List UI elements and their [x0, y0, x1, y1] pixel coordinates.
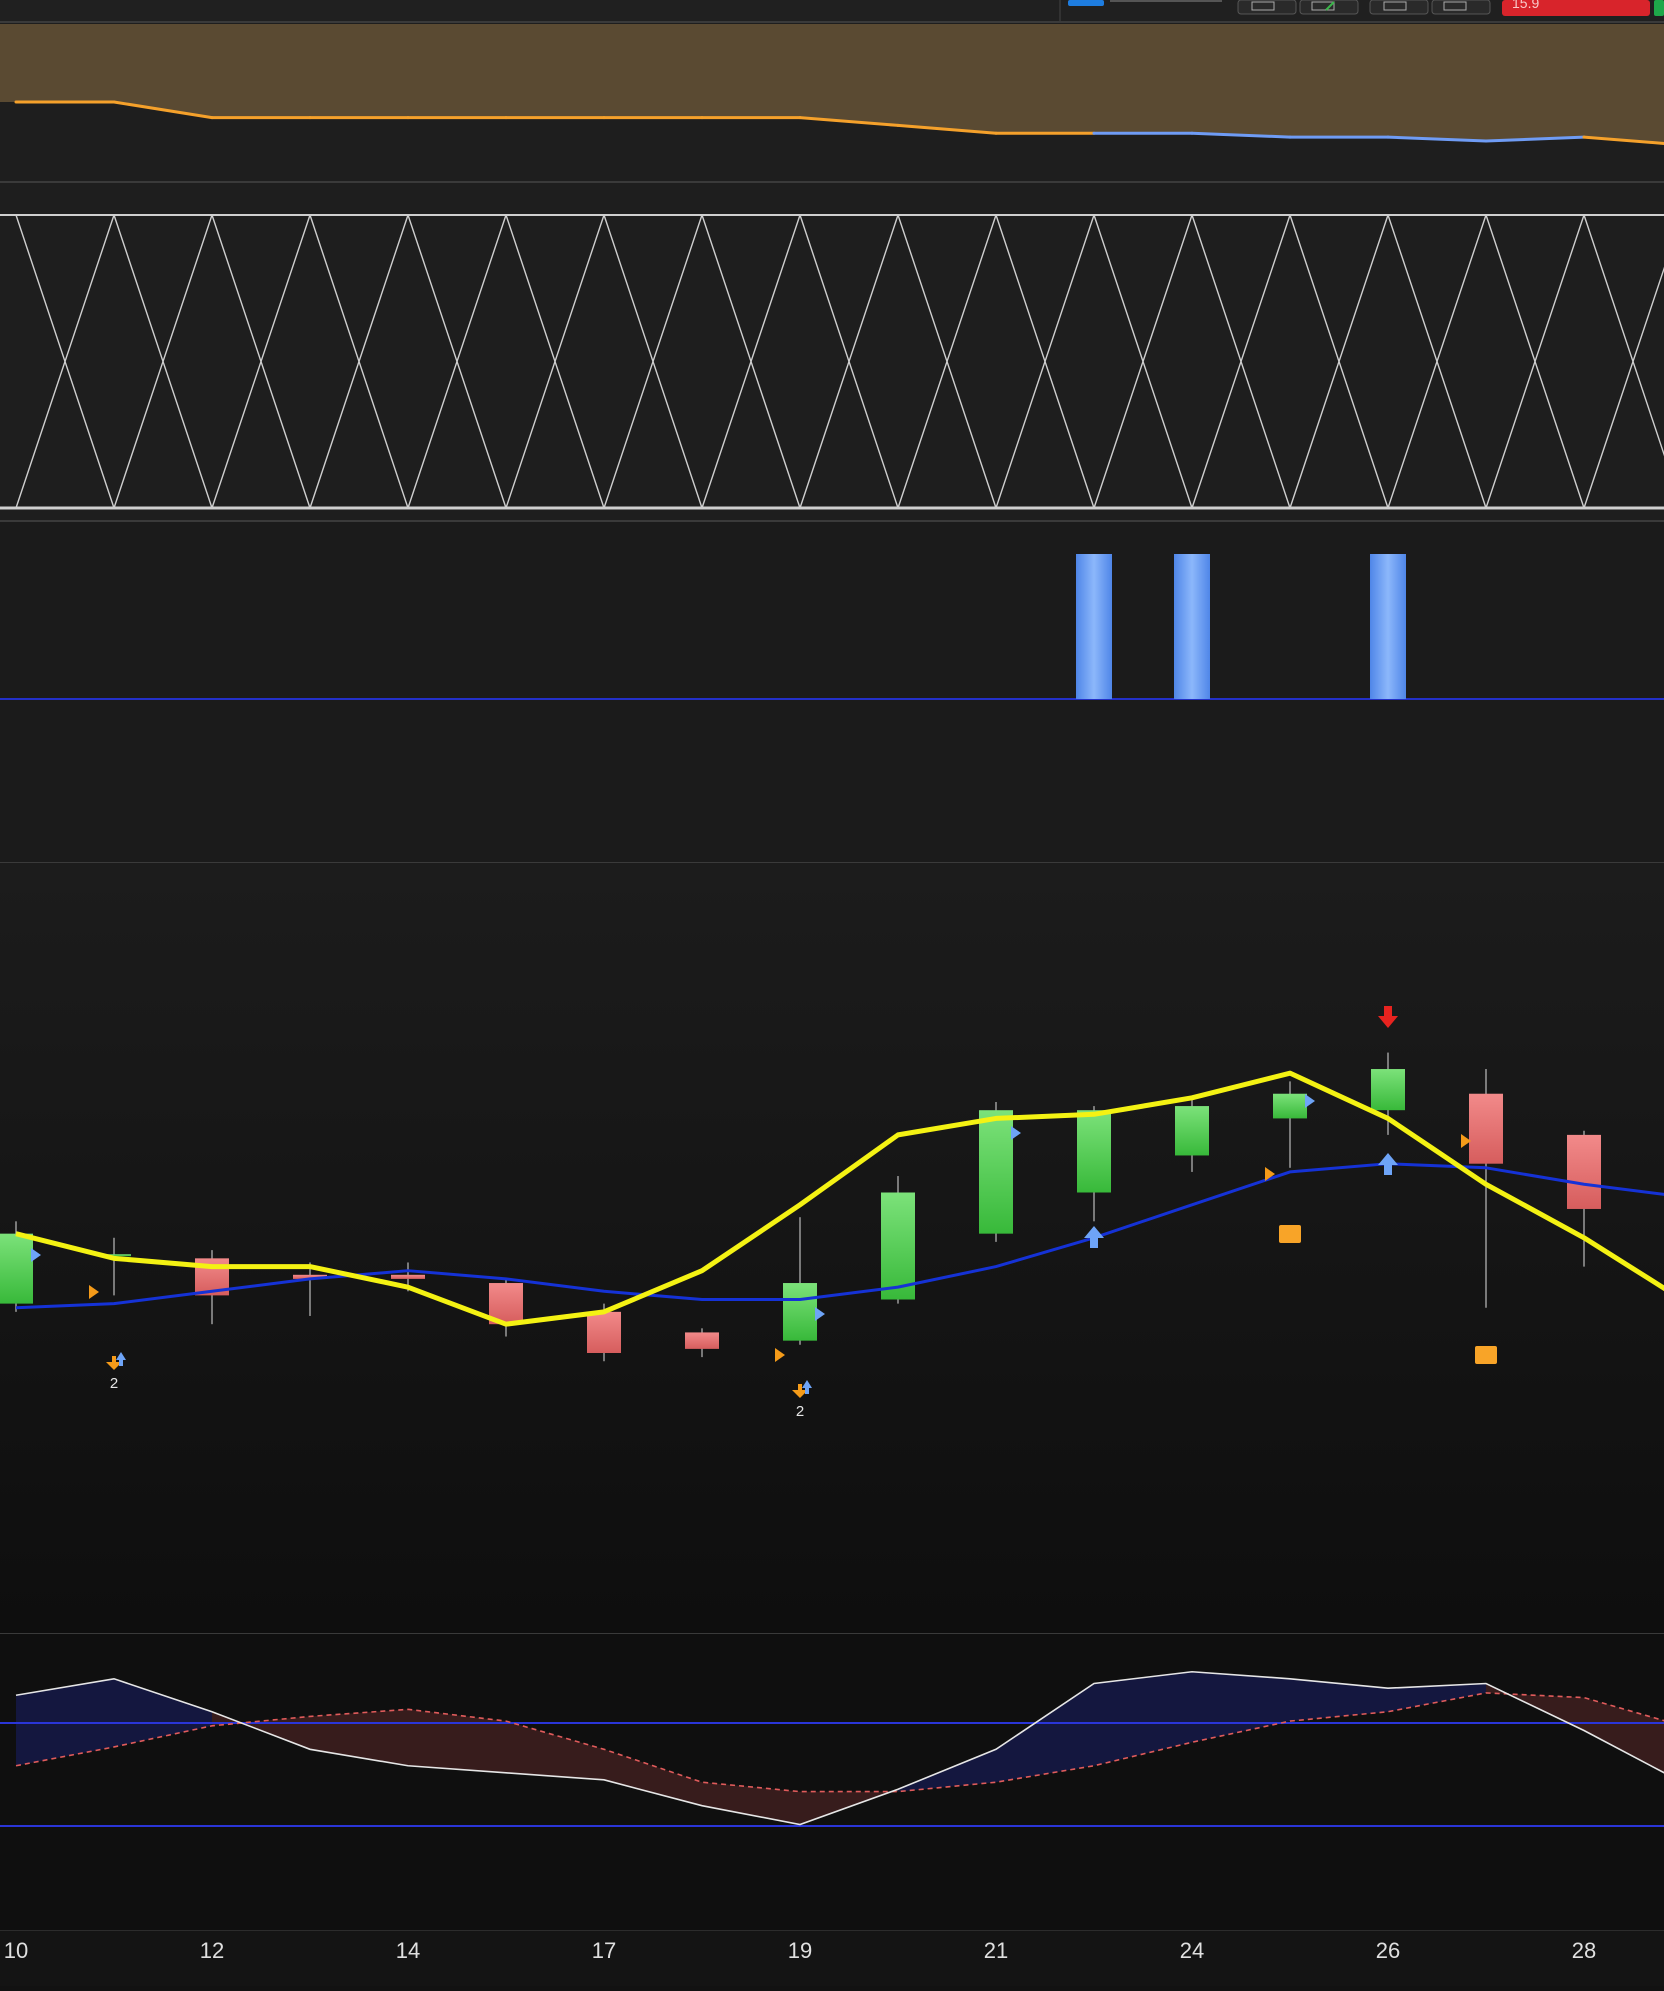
status-green-button[interactable]	[1654, 0, 1664, 16]
x-axis-tick-label: 17	[592, 1938, 616, 1963]
price-panel-bg	[0, 863, 1664, 1633]
chart-canvas: 15.9 2222 10121417192124262831feb0204070…	[0, 0, 1664, 1986]
layout-green-icon[interactable]	[1299, 0, 1359, 15]
x-axis-tick-label: 24	[1180, 1938, 1204, 1963]
chart-workspace: 15.9 2222 10121417192124262831feb0204070…	[0, 0, 1664, 1986]
candle-up	[1371, 1069, 1405, 1111]
x-axis-tick-label: 10	[4, 1938, 28, 1963]
candle-up	[0, 1233, 33, 1304]
x-axis-tick-label: 14	[396, 1938, 420, 1963]
signal-count-label: 2	[110, 1375, 118, 1392]
candle-up	[783, 1283, 817, 1341]
histogram-bar-positive	[1370, 554, 1406, 699]
x-axis-tick-label: 12	[200, 1938, 224, 1963]
orange-square-icon	[1279, 1225, 1301, 1243]
x-axis-bg	[0, 1930, 1664, 1986]
layout-3-icon[interactable]	[1431, 0, 1491, 15]
candle-down	[587, 1311, 621, 1353]
state-panel-bg	[0, 183, 1664, 520]
oscillator-panel-bg	[0, 1634, 1664, 1930]
x-axis-tick-label: 21	[984, 1938, 1008, 1963]
candle-up	[979, 1110, 1013, 1234]
candle-down	[1567, 1134, 1601, 1209]
signal-count-label: 2	[796, 1403, 804, 1420]
toolbar-blue-toggle[interactable]	[1068, 0, 1104, 6]
layout-2-icon[interactable]	[1369, 0, 1429, 15]
candle-down	[1469, 1093, 1503, 1164]
candle-up	[1175, 1106, 1209, 1156]
orange-square-icon	[1475, 1346, 1497, 1364]
toolbar: 15.9	[0, 0, 1664, 23]
x-axis-tick-label: 19	[788, 1938, 812, 1963]
x-axis-tick-label: 26	[1376, 1938, 1400, 1963]
price-button[interactable]: 15.9	[1502, 0, 1650, 16]
candle-down	[391, 1274, 425, 1279]
histogram-bar-positive	[1076, 554, 1112, 699]
toolbar-field[interactable]	[1110, 0, 1222, 2]
candle-up	[1273, 1093, 1307, 1119]
histogram-bar-positive	[1174, 554, 1210, 699]
candle-down	[685, 1332, 719, 1349]
price-label: 15.9	[1512, 0, 1539, 11]
x-axis-tick-label: 28	[1572, 1938, 1596, 1963]
layout-icon[interactable]	[1237, 0, 1297, 15]
candle-up	[1077, 1110, 1111, 1193]
histogram-panel-bg	[0, 522, 1664, 862]
